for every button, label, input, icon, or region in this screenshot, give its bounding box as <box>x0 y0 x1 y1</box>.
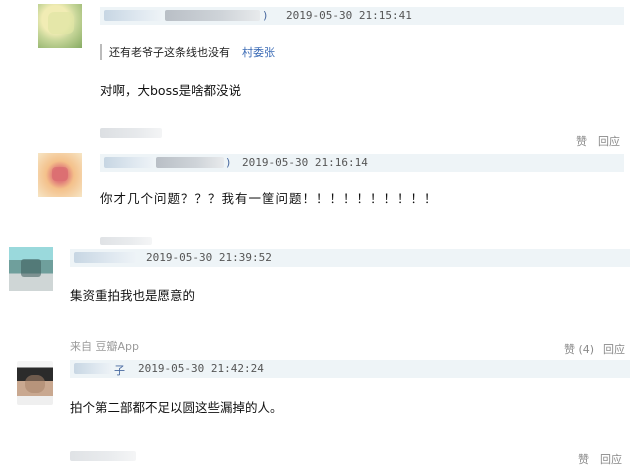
comment-text: 拍个第二部都不足以圆这些漏掉的人。 <box>70 400 283 415</box>
reply-button[interactable]: 回应 <box>600 451 622 467</box>
username-suffix: ) <box>226 156 231 169</box>
username[interactable] <box>165 10 260 21</box>
blurred-text <box>100 237 152 245</box>
username-suffix: 子 <box>114 364 125 377</box>
quote-text: 还有老爷子这条线也没有 <box>109 46 230 59</box>
blurred-avatar-icon <box>21 259 41 277</box>
username[interactable] <box>74 252 136 263</box>
blurred-text <box>100 128 162 138</box>
timestamp: 2019-05-30 21:39:52 <box>146 251 272 264</box>
quote-block: 还有老爷子这条线也没有 村委张 <box>100 44 275 60</box>
avatar[interactable] <box>17 361 53 405</box>
timestamp: 2019-05-30 21:15:41 <box>286 9 412 22</box>
like-button[interactable]: 赞 <box>576 133 587 149</box>
username[interactable] <box>74 363 112 374</box>
avatar[interactable] <box>38 4 82 48</box>
username[interactable] <box>104 10 162 21</box>
avatar[interactable] <box>9 247 53 291</box>
blurred-avatar-icon <box>48 12 74 34</box>
comment-text: 集资重拍我也是愿意的 <box>70 288 196 303</box>
timestamp: 2019-05-30 21:42:24 <box>138 362 264 375</box>
username-suffix: ) <box>263 9 268 22</box>
username[interactable] <box>104 157 154 168</box>
like-button[interactable]: 赞 <box>578 451 589 467</box>
comment-source: 来自 豆瓣App <box>70 340 139 353</box>
reply-button[interactable]: 回应 <box>603 341 625 357</box>
like-button[interactable]: 赞 (4) <box>564 341 594 357</box>
blurred-text <box>70 451 136 461</box>
username[interactable] <box>156 157 224 168</box>
comment-text: 你才几个问题？？？我有一筐问题！！！！！！！！！！ <box>100 191 438 206</box>
timestamp: 2019-05-30 21:16:14 <box>242 156 368 169</box>
avatar[interactable] <box>38 153 82 197</box>
blurred-avatar-icon <box>52 167 68 181</box>
reply-button[interactable]: 回应 <box>598 133 620 149</box>
quote-author-link[interactable]: 村委张 <box>242 46 275 59</box>
comment-text: 对啊，大boss是啥都没说 <box>100 83 242 98</box>
blurred-avatar-icon <box>25 375 45 393</box>
